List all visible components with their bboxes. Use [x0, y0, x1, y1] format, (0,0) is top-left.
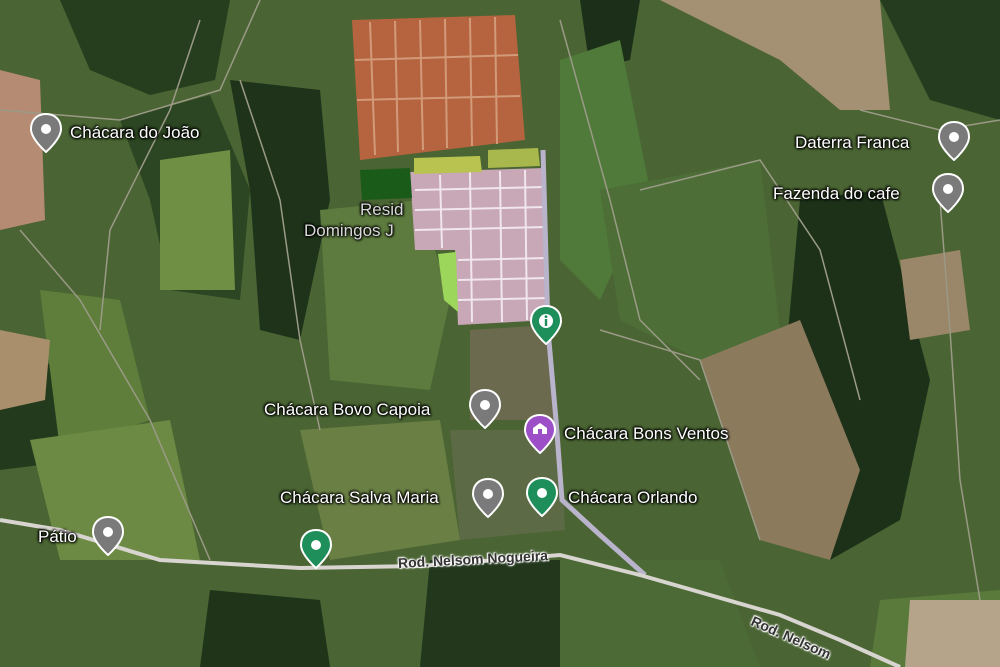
gray-pin-icon[interactable] [471, 478, 505, 518]
gray-pin-icon[interactable] [937, 121, 971, 161]
gray-pin-icon[interactable] [29, 113, 63, 153]
gray-pin-icon[interactable] [468, 389, 502, 429]
gray-pin-icon[interactable] [91, 516, 125, 556]
place-label-chacara-bons-ventos[interactable]: Chácara Bons Ventos [564, 424, 728, 444]
place-label-fazenda-do-cafe[interactable]: Fazenda do cafe [773, 184, 900, 204]
green-pin-icon[interactable] [525, 477, 559, 517]
green-info-pin-icon[interactable] [529, 305, 563, 345]
satellite-map[interactable] [0, 0, 1000, 667]
place-label-daterra-franca[interactable]: Daterra Franca [795, 133, 909, 153]
neighborhood-label-line2: Domingos J [304, 221, 394, 240]
neighborhood-label-line1: Resid [360, 200, 404, 219]
place-label-chacara-bovo-capoia[interactable]: Chácara Bovo Capoia [264, 400, 430, 420]
purple-pin-icon[interactable] [523, 414, 557, 454]
place-label-patio[interactable]: Pátio [38, 527, 77, 547]
place-label-chacara-do-joao[interactable]: Chácara do João [70, 123, 199, 143]
place-label-chacara-salva-maria[interactable]: Chácara Salva Maria [280, 488, 439, 508]
gray-pin-icon[interactable] [931, 173, 965, 213]
green-pin-icon[interactable] [299, 529, 333, 569]
place-label-chacara-orlando[interactable]: Chácara Orlando [568, 488, 697, 508]
